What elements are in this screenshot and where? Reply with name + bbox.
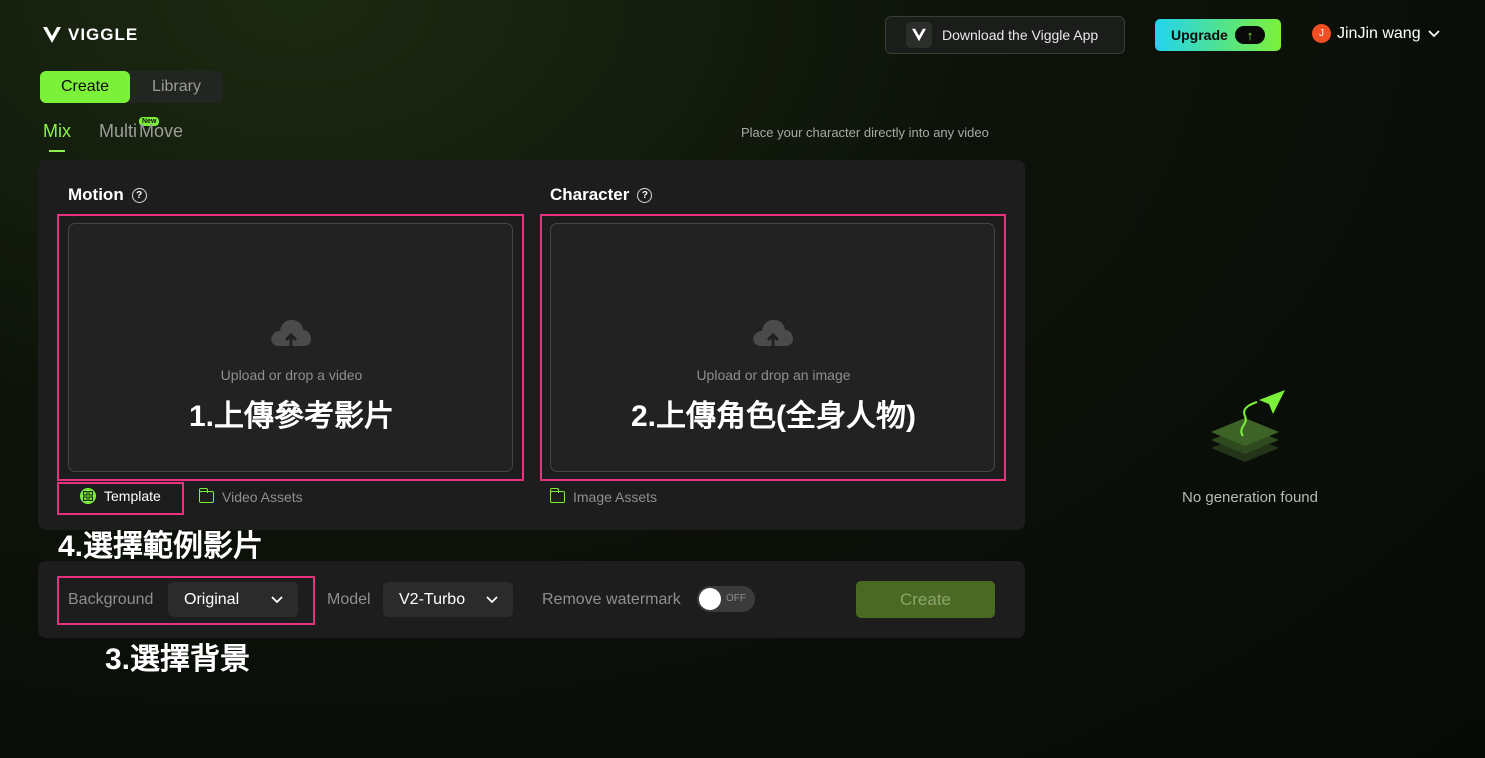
toggle-knob (699, 588, 721, 610)
template-button[interactable]: Template (80, 488, 161, 504)
character-drop-hint: Upload or drop an image (696, 367, 851, 383)
help-icon[interactable]: ? (131, 187, 147, 203)
model-value: V2-Turbo (399, 590, 466, 608)
viggle-app-icon (906, 22, 932, 48)
background-value: Original (184, 590, 240, 608)
character-dropzone[interactable]: Upload or drop an image 2.上傳角色(全身人物) (550, 223, 995, 472)
mode-description: Place your character directly into any v… (741, 125, 989, 140)
viggle-logo-icon (43, 27, 61, 43)
main-tabs: Create Library (40, 71, 223, 103)
folder-icon (198, 488, 214, 503)
tab-multi-label: Multi (99, 121, 138, 141)
chevron-down-icon (271, 595, 283, 603)
upload-cloud-icon (753, 319, 793, 348)
background-annotation: 3.選擇背景 (105, 643, 251, 676)
background-select[interactable]: Original (168, 582, 298, 617)
upgrade-button[interactable]: Upgrade ↑ (1155, 19, 1281, 51)
image-assets-label: Image Assets (573, 489, 658, 505)
help-icon[interactable]: ? (637, 187, 653, 203)
user-menu[interactable]: J JinJin wang (1312, 24, 1441, 43)
empty-state-icon (1211, 390, 1285, 462)
chevron-down-icon (1427, 29, 1440, 37)
tab-move[interactable]: Move (139, 121, 183, 142)
motion-annotation: 1.上傳參考影片 (188, 400, 395, 433)
video-assets-link[interactable]: Video Assets (198, 488, 303, 505)
watermark-toggle[interactable]: OFF (697, 586, 755, 612)
avatar: J (1312, 24, 1331, 43)
no-generation-text: No generation found (1182, 489, 1318, 506)
viggle-logo[interactable]: VIGGLE (42, 25, 138, 45)
user-name: JinJin wang (1337, 24, 1421, 42)
tab-library[interactable]: Library (130, 71, 223, 103)
template-label: Template (104, 488, 161, 504)
download-app-label: Download the Viggle App (942, 27, 1099, 43)
chevron-down-icon (486, 595, 498, 603)
model-label: Model (327, 591, 371, 608)
motion-dropzone[interactable]: Upload or drop a video 1.上傳參考影片 (68, 223, 513, 472)
tab-multi[interactable]: Multi New (99, 117, 160, 142)
upload-cloud-icon (271, 319, 311, 348)
character-title-label: Character (550, 185, 630, 204)
tab-mix[interactable]: Mix (43, 121, 71, 152)
template-grid-icon (80, 488, 96, 504)
motion-title-label: Motion (68, 185, 124, 204)
video-assets-label: Video Assets (222, 489, 303, 505)
background-label: Background (68, 591, 154, 608)
toggle-state: OFF (726, 593, 746, 604)
folder-icon (549, 488, 565, 503)
arrow-up-icon: ↑ (1235, 26, 1265, 44)
mode-tabs: Mix Multi New Move (43, 117, 183, 152)
motion-drop-hint: Upload or drop a video (220, 367, 363, 383)
tab-create[interactable]: Create (40, 71, 130, 103)
watermark-label: Remove watermark (542, 591, 681, 608)
image-assets-link[interactable]: Image Assets (549, 488, 658, 505)
upgrade-label: Upgrade (1171, 27, 1228, 43)
character-title: Character ? (550, 185, 653, 205)
model-select[interactable]: V2-Turbo (383, 582, 513, 617)
download-app-button[interactable]: Download the Viggle App (885, 16, 1125, 54)
logo-text: VIGGLE (68, 25, 139, 44)
template-annotation: 4.選擇範例影片 (58, 530, 264, 563)
create-button[interactable]: Create (856, 581, 995, 618)
motion-title: Motion ? (68, 185, 147, 205)
character-annotation: 2.上傳角色(全身人物) (631, 400, 916, 433)
